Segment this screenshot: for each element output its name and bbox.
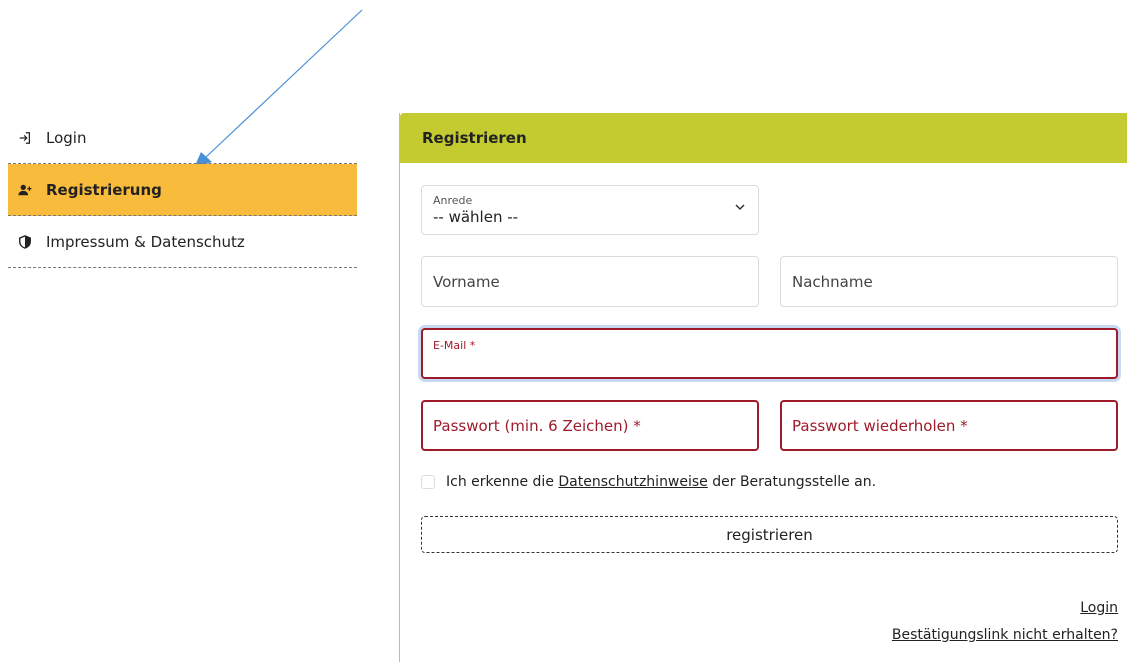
password-input[interactable]: Passwort (min. 6 Zeichen) * [421,400,759,451]
shield-icon [17,234,33,250]
nachname-placeholder: Nachname [792,273,873,291]
sidebar-item-login[interactable]: Login [8,112,357,164]
email-input[interactable]: E-Mail * [421,328,1118,379]
password-placeholder: Passwort (min. 6 Zeichen) * [433,417,641,435]
vorname-placeholder: Vorname [433,273,500,291]
sidebar-item-label: Registrierung [46,180,162,199]
consent-row: Ich erkenne die Datenschutzhinweise der … [421,474,876,490]
nachname-input[interactable]: Nachname [780,256,1118,307]
consent-text-prefix: Ich erkenne die [446,474,559,490]
login-link[interactable]: Login [1080,600,1118,616]
sidebar-item-impressum[interactable]: Impressum & Datenschutz [8,216,357,268]
user-plus-icon [17,182,33,198]
datenschutz-link[interactable]: Datenschutzhinweise [558,474,707,490]
password-repeat-placeholder: Passwort wiederholen * [792,417,968,435]
sidebar: Login Registrierung Impressum & Datensch… [8,112,357,268]
register-button[interactable]: registrieren [421,516,1118,553]
anrede-value: -- wählen -- [433,208,519,226]
sidebar-item-registrierung[interactable]: Registrierung [8,164,357,216]
consent-text-suffix: der Beratungsstelle an. [707,474,877,490]
anrede-label: Anrede [433,194,473,207]
confirmation-link[interactable]: Bestätigungslink nicht erhalten? [892,627,1118,643]
anrede-select[interactable]: Anrede -- wählen -- [421,185,759,235]
email-label: E-Mail * [433,339,476,352]
vorname-input[interactable]: Vorname [421,256,759,307]
sidebar-item-label: Impressum & Datenschutz [46,232,245,251]
consent-checkbox[interactable] [421,475,435,489]
panel-title: Registrieren [400,113,1127,163]
sidebar-item-label: Login [46,128,87,147]
password-repeat-input[interactable]: Passwort wiederholen * [780,400,1118,451]
chevron-down-icon [735,204,745,211]
login-icon [17,130,33,146]
